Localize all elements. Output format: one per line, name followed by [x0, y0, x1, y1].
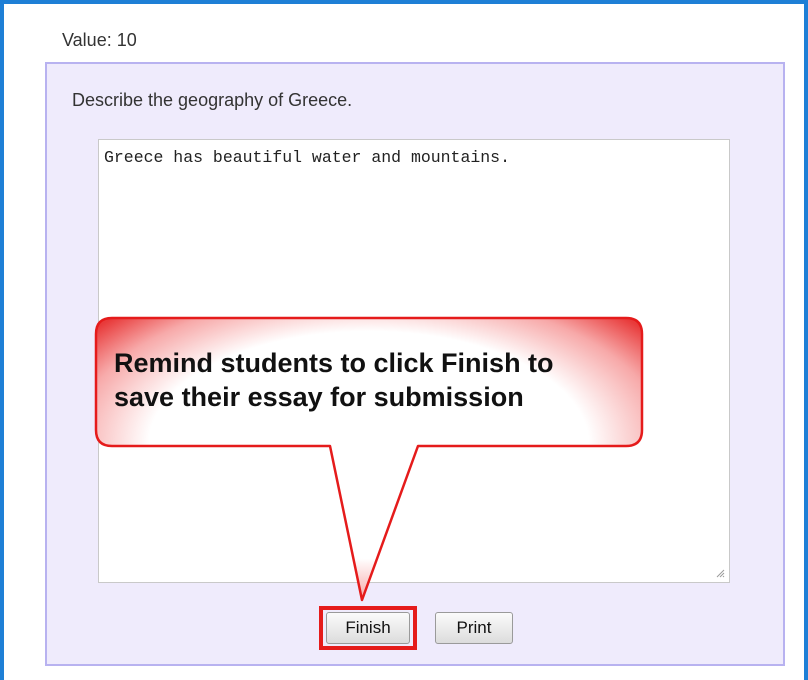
callout-line-1: Remind students to click Finish to [114, 348, 554, 378]
page-frame: Value: 10 Describe the geography of Gree… [0, 0, 808, 680]
callout-line-2: save their essay for submission [114, 382, 524, 412]
finish-button[interactable]: Finish [326, 612, 410, 644]
essay-answer-text: Greece has beautiful water and mountains… [104, 148, 510, 167]
question-prompt: Describe the geography of Greece. [72, 90, 353, 110]
callout-message: Remind students to click Finish to save … [114, 346, 634, 414]
question-value-label: Value: 10 [62, 30, 137, 50]
print-button[interactable]: Print [435, 612, 513, 644]
resize-grip-icon[interactable] [715, 568, 725, 578]
